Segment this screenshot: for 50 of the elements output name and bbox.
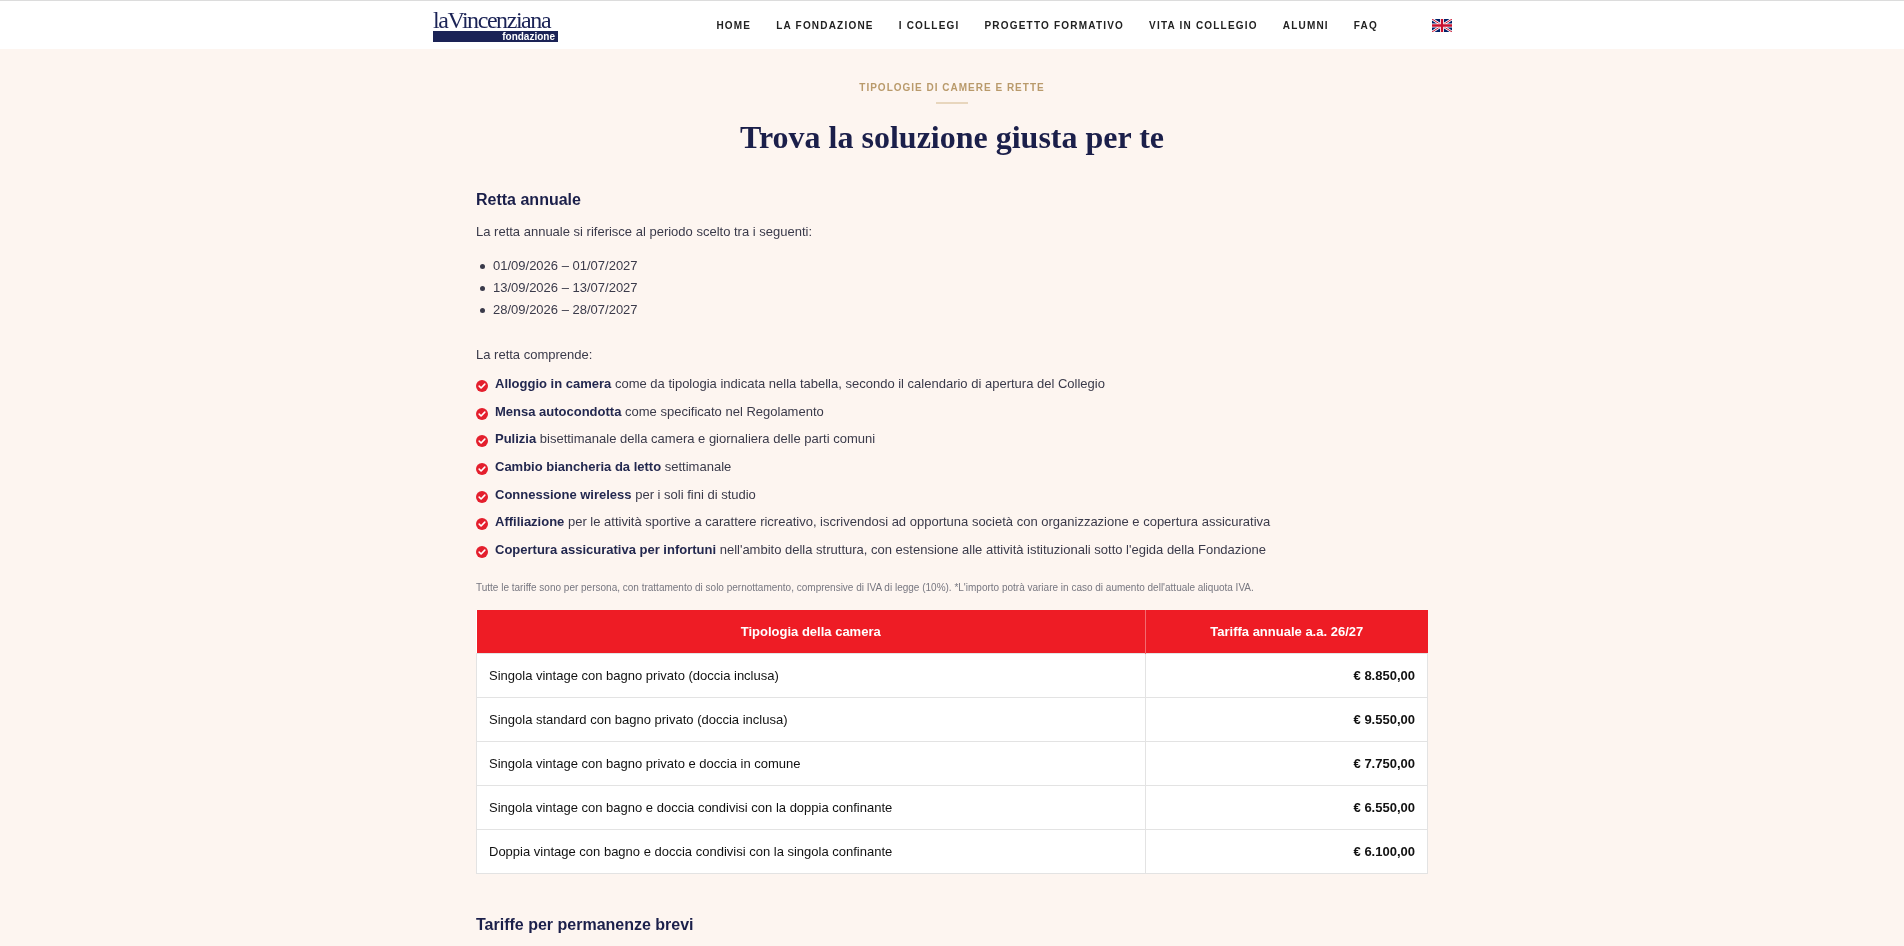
check-circle-icon	[476, 435, 488, 448]
table-cell: Singola vintage con bagno privato e doccia in comune	[476, 741, 1146, 786]
included-service-text: Mensa autocondotta come specificato nel Regolamento	[495, 402, 824, 421]
included-service-text: Alloggio in camera come da tipologia indicata nella tabella, secondo il calendario di apertura del Collegio	[495, 375, 1105, 393]
column-header: Tariffa annuale a.a. 26/27	[1145, 609, 1428, 654]
table-cell: Singola vintage con bagno privato (doccia inclusa)	[476, 653, 1146, 698]
table-cell: € 6.550,00	[1145, 785, 1428, 830]
table-cell: Doppia vintage con bagno e doccia condivisi con la singola confinante	[476, 829, 1146, 874]
check-circle-icon	[476, 518, 488, 531]
site-logo[interactable]: laVincenziana fondazione	[433, 10, 558, 42]
nav-link[interactable]: ALUMNI	[1282, 17, 1329, 33]
nav-link[interactable]: VITA IN COLLEGIO	[1149, 17, 1258, 33]
page-title: Trova la soluzione giusta per te	[740, 118, 1164, 157]
nav-link[interactable]: LA FONDAZIONE	[776, 17, 874, 33]
check-circle-icon	[476, 463, 488, 476]
section-heading: Retta annuale	[476, 190, 582, 210]
section-heading: Tariffe per permanenze brevi	[476, 915, 695, 936]
table-cell: € 8.850,00	[1145, 653, 1428, 698]
uk-flag-icon[interactable]	[1432, 18, 1452, 32]
bullet-icon	[480, 263, 485, 269]
table-cell: Singola standard con bagno privato (doccia inclusa)	[476, 697, 1146, 742]
logo-wordmark: laVincenziana	[433, 10, 551, 30]
period-date-range: 01/09/2026 – 01/07/2027	[493, 257, 638, 276]
nav-link[interactable]: PROGETTO FORMATIVO	[984, 17, 1125, 33]
nav-link[interactable]: FAQ	[1353, 17, 1378, 33]
logo-tagline: fondazione	[433, 31, 558, 42]
includes-label: La retta comprende:	[476, 346, 594, 364]
footnote-text: Tutte le tariffe sono per persona, con trattamento di solo pernottamento, comprensive di IVA di legge (10%). *L'importo potrà variare in caso di aumento dell'attuale aliquota IVA.	[476, 580, 1255, 595]
fee-period-text: La retta annuale si riferisce al periodo scelto tra i seguenti:	[476, 223, 814, 241]
table-cell: € 9.550,00	[1145, 697, 1428, 742]
included-service-text: Cambio biancheria da letto settimanale	[495, 458, 732, 477]
check-circle-icon	[476, 380, 488, 392]
included-service-text: Connessione wireless per i soli fini di studio	[495, 485, 756, 504]
section-eyebrow: TIPOLOGIE DI CAMERE E RETTE	[859, 81, 1045, 95]
period-date-range: 13/09/2026 – 13/07/2027	[493, 279, 638, 298]
bullet-icon	[480, 285, 485, 291]
check-circle-icon	[476, 490, 488, 503]
nav-link[interactable]: I COLLEGI	[898, 17, 960, 33]
table-cell: € 7.750,00	[1145, 741, 1428, 786]
included-service-text: Affiliazione per le attività sportive a carattere ricreativo, iscrivendosi ad opportuna società con organizzazione e copertura assicurativa	[495, 513, 1271, 532]
table-cell: Singola vintage con bagno e doccia condivisi con la doppia confinante	[476, 785, 1146, 830]
included-service-text: Copertura assicurativa per infortuni nell'ambito della struttura, con estensione alle attività istituzionali sotto l'egida della Fondazione	[495, 541, 1266, 560]
period-date-range: 28/09/2026 – 28/07/2027	[493, 301, 638, 320]
check-circle-icon	[476, 546, 488, 559]
included-service-text: Pulizia bisettimanale della camera e giornaliera delle parti comuni	[495, 430, 876, 449]
table-cell: € 6.100,00	[1145, 829, 1428, 874]
nav-link[interactable]: HOME	[716, 17, 752, 33]
bullet-icon	[480, 307, 485, 313]
check-circle-icon	[476, 407, 488, 420]
column-header: Tipologia della camera	[476, 609, 1146, 654]
